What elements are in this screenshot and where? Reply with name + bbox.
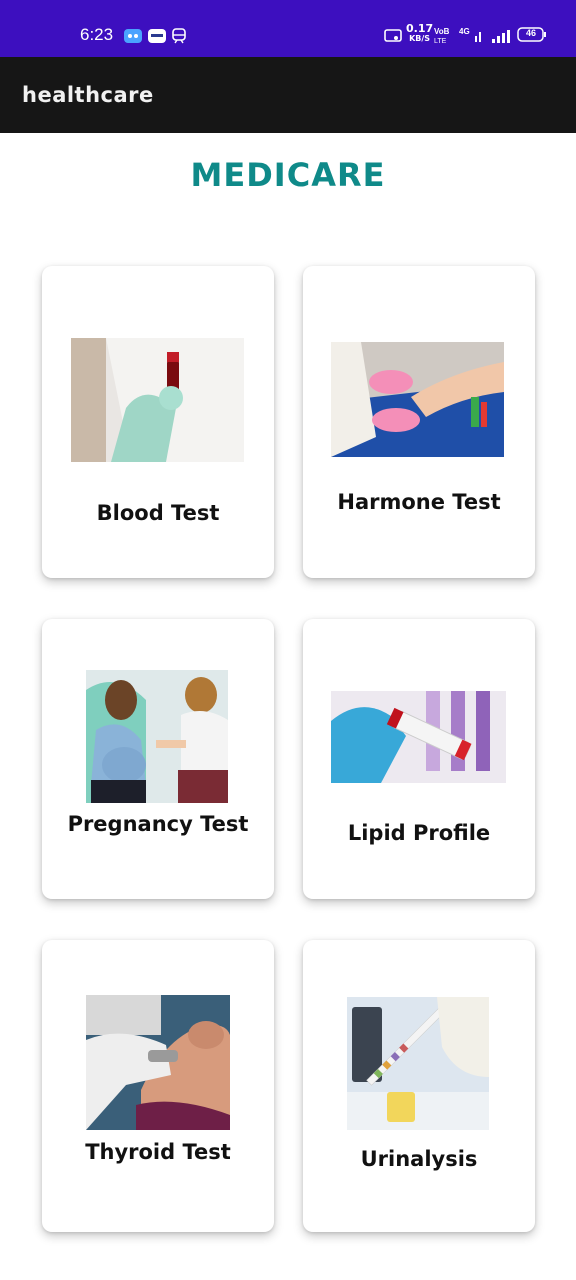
network-speed-unit: KB/S	[409, 34, 431, 43]
page-title: MEDICARE	[190, 156, 386, 194]
urine-strip-icon	[347, 997, 489, 1130]
blood-test-card[interactable]: Blood Test	[42, 266, 274, 578]
app-bar: healthcare	[0, 57, 576, 133]
paytm-icon	[148, 28, 166, 48]
urinalysis-card[interactable]: Urinalysis	[303, 940, 535, 1232]
pregnancy-icon	[86, 670, 228, 803]
network-speed-value: 0.17	[406, 22, 434, 35]
thyroid-test-card[interactable]: Thyroid Test	[42, 940, 274, 1232]
urinalysis-label: Urinalysis	[360, 1147, 478, 1171]
lipid-tube-icon	[331, 691, 506, 783]
blood-sample-icon	[71, 338, 244, 462]
thyroid-test-label: Thyroid Test	[85, 1140, 231, 1164]
battery-level: 46	[525, 28, 536, 38]
blood-draw-icon	[331, 342, 504, 457]
battery-icon: 46	[517, 27, 547, 47]
status-bar: 6:23 0.17 KB/S VoB LTE 4G 46	[0, 0, 576, 57]
svg-text:4G: 4G	[459, 27, 470, 36]
lipid-profile-label: Lipid Profile	[347, 821, 491, 845]
harmone-test-card[interactable]: Harmone Test	[303, 266, 535, 578]
app-bar-title: healthcare	[22, 83, 154, 107]
notification-app-icon	[124, 28, 142, 48]
svg-text:VoB: VoB	[434, 27, 450, 36]
harmone-test-label: Harmone Test	[337, 490, 501, 514]
pregnancy-test-card[interactable]: Pregnancy Test	[42, 619, 274, 899]
pregnancy-test-label: Pregnancy Test	[67, 812, 249, 836]
network-speed: 0.17 KB/S	[406, 22, 434, 44]
screen-cast-icon	[384, 28, 402, 48]
thyroid-scan-icon	[86, 995, 230, 1130]
signal-icon	[491, 28, 511, 48]
blood-test-label: Blood Test	[96, 501, 220, 525]
status-time: 6:23	[80, 25, 114, 44]
mobile-data-4g-icon: 4G	[458, 26, 484, 48]
train-icon	[172, 28, 186, 48]
volte-icon: VoB LTE	[432, 26, 452, 48]
lipid-profile-card[interactable]: Lipid Profile	[303, 619, 535, 899]
svg-text:LTE: LTE	[434, 38, 447, 44]
